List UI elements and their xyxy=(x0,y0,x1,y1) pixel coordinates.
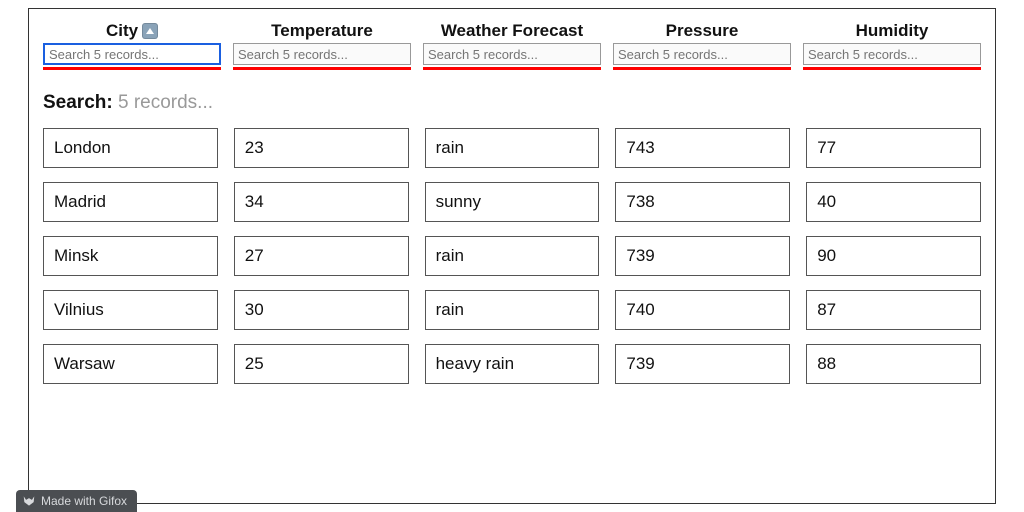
cell-city: Warsaw xyxy=(43,344,218,384)
header-underline xyxy=(803,67,981,70)
cell-city: Minsk xyxy=(43,236,218,276)
header-underline xyxy=(43,67,221,70)
column-title-row[interactable]: Weather Forecast xyxy=(441,21,583,41)
column-title-row[interactable]: Pressure xyxy=(666,21,739,41)
column-title: Humidity xyxy=(856,21,929,41)
cell-city: London xyxy=(43,128,218,168)
column-title: Temperature xyxy=(271,21,373,41)
filter-input-pressure[interactable] xyxy=(613,43,791,65)
header-underline xyxy=(613,67,791,70)
cell-pressure: 743 xyxy=(615,128,790,168)
cell-temperature: 25 xyxy=(234,344,409,384)
cell-pressure: 739 xyxy=(615,236,790,276)
cell-temperature: 34 xyxy=(234,182,409,222)
fox-icon xyxy=(22,494,36,508)
cell-humidity: 87 xyxy=(806,290,981,330)
cell-temperature: 27 xyxy=(234,236,409,276)
cell-forecast: rain xyxy=(425,236,600,276)
badge-text: Made with Gifox xyxy=(41,494,127,508)
column-header-humidity: Humidity xyxy=(803,21,981,70)
header-underline xyxy=(233,67,411,70)
column-title-row[interactable]: Humidity xyxy=(856,21,929,41)
cell-forecast: heavy rain xyxy=(425,344,600,384)
cell-humidity: 77 xyxy=(806,128,981,168)
search-label: Search: xyxy=(43,92,113,113)
cell-pressure: 739 xyxy=(615,344,790,384)
data-grid: London 23 rain 743 77 Madrid 34 sunny 73… xyxy=(43,128,981,384)
cell-pressure: 738 xyxy=(615,182,790,222)
column-header-temperature: Temperature xyxy=(233,21,411,70)
cell-forecast: rain xyxy=(425,290,600,330)
filter-input-forecast[interactable] xyxy=(423,43,601,65)
column-title-row[interactable]: Temperature xyxy=(271,21,373,41)
column-header-forecast: Weather Forecast xyxy=(423,21,601,70)
cell-city: Vilnius xyxy=(43,290,218,330)
cell-pressure: 740 xyxy=(615,290,790,330)
cell-humidity: 88 xyxy=(806,344,981,384)
sort-asc-icon[interactable] xyxy=(142,23,158,39)
cell-city: Madrid xyxy=(43,182,218,222)
column-header-pressure: Pressure xyxy=(613,21,791,70)
cell-humidity: 40 xyxy=(806,182,981,222)
column-title: City xyxy=(106,21,138,41)
app-frame: City Temperature Weather Forecast xyxy=(28,8,996,504)
cell-forecast: rain xyxy=(425,128,600,168)
cell-humidity: 90 xyxy=(806,236,981,276)
filter-input-city[interactable] xyxy=(43,43,221,65)
cell-temperature: 23 xyxy=(234,128,409,168)
filter-input-humidity[interactable] xyxy=(803,43,981,65)
column-title: Pressure xyxy=(666,21,739,41)
column-title-row[interactable]: City xyxy=(106,21,158,41)
header-underline xyxy=(423,67,601,70)
column-header-city: City xyxy=(43,21,221,70)
column-headers: City Temperature Weather Forecast xyxy=(43,21,981,70)
cell-forecast: sunny xyxy=(425,182,600,222)
global-search-row: Search: 5 records... xyxy=(43,92,981,114)
filter-input-temperature[interactable] xyxy=(233,43,411,65)
column-title: Weather Forecast xyxy=(441,21,583,41)
gifox-badge: Made with Gifox xyxy=(16,490,137,512)
search-hint[interactable]: 5 records... xyxy=(118,92,213,113)
cell-temperature: 30 xyxy=(234,290,409,330)
